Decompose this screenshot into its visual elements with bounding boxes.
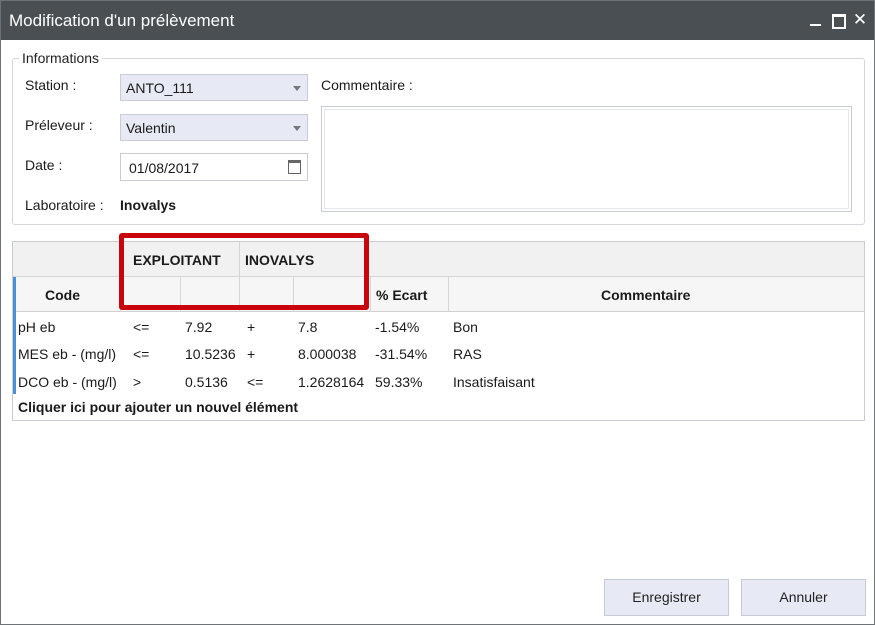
header-ecart[interactable]: % Ecart <box>376 287 427 303</box>
chevron-down-icon[interactable] <box>293 126 301 131</box>
station-combobox[interactable]: ANTO_111 <box>120 74 308 101</box>
laboratoire-label: Laboratoire : <box>25 197 104 213</box>
header-commentaire[interactable]: Commentaire <box>601 287 690 303</box>
minimize-icon[interactable] <box>808 12 824 28</box>
cancel-button[interactable]: Annuler <box>741 579 866 616</box>
preleveur-label: Préleveur : <box>25 117 93 133</box>
column-divider <box>448 277 449 312</box>
header-code[interactable]: Code <box>45 287 80 303</box>
commentaire-textarea[interactable] <box>321 106 852 212</box>
cell-code: MES eb - (mg/l) <box>18 346 117 362</box>
laboratoire-value: Inovalys <box>120 197 177 213</box>
save-button[interactable]: Enregistrer <box>604 579 729 616</box>
cell-ecart: -31.54% <box>375 346 428 362</box>
cell-ecart: 59.33% <box>375 374 423 390</box>
cell-operator-inovalys: + <box>247 346 256 362</box>
highlight-annotation <box>119 233 369 310</box>
date-value: 01/08/2017 <box>129 160 200 176</box>
dialog-window: Modification d'un prélèvement ✕ Informat… <box>0 0 875 625</box>
calendar-icon[interactable] <box>288 160 301 174</box>
cell-operator-inovalys: + <box>247 319 256 335</box>
chevron-down-icon[interactable] <box>293 86 301 91</box>
close-icon[interactable]: ✕ <box>852 11 868 28</box>
cell-value-exploitant: 10.5236 <box>185 346 236 362</box>
cell-commentaire: RAS <box>453 346 482 362</box>
table-row[interactable]: MES eb - (mg/l) <= 10.5236 + 8.000038 -3… <box>13 340 864 367</box>
add-new-row-link[interactable]: Cliquer ici pour ajouter un nouvel éléme… <box>18 399 298 415</box>
cell-value-exploitant: 7.92 <box>185 319 213 335</box>
informations-legend: Informations <box>22 50 100 66</box>
window-title: Modification d'un prélèvement <box>9 11 235 30</box>
cell-operator-exploitant: <= <box>133 319 150 335</box>
station-value: ANTO_111 <box>126 80 194 96</box>
cell-commentaire: Insatisfaisant <box>453 374 535 390</box>
preleveur-value: Valentin <box>126 120 176 136</box>
table-row[interactable]: pH eb <= 7.92 + 7.8 -1.54% Bon <box>13 313 864 340</box>
column-divider <box>370 277 371 312</box>
cell-code: pH eb <box>18 319 56 335</box>
maximize-icon[interactable] <box>830 12 846 29</box>
cell-operator-exploitant: > <box>133 374 142 390</box>
station-label: Station : <box>25 77 77 93</box>
date-field[interactable]: 01/08/2017 <box>120 153 308 181</box>
cell-value-exploitant: 0.5136 <box>185 374 228 390</box>
date-label: Date : <box>25 157 63 173</box>
cell-value-inovalys: 7.8 <box>298 319 318 335</box>
commentaire-label: Commentaire : <box>321 77 413 93</box>
cell-value-inovalys: 8.000038 <box>298 346 357 362</box>
cell-code: DCO eb - (mg/l) <box>18 374 117 390</box>
table-row[interactable]: DCO eb - (mg/l) > 0.5136 <= 1.2628164 59… <box>13 368 864 395</box>
cell-value-inovalys: 1.2628164 <box>298 374 365 390</box>
preleveur-combobox[interactable]: Valentin <box>120 114 308 141</box>
title-bar[interactable]: Modification d'un prélèvement ✕ <box>1 1 874 40</box>
cell-ecart: -1.54% <box>375 319 420 335</box>
cell-operator-exploitant: <= <box>133 346 150 362</box>
cell-commentaire: Bon <box>453 319 478 335</box>
cell-operator-inovalys: <= <box>247 374 264 390</box>
